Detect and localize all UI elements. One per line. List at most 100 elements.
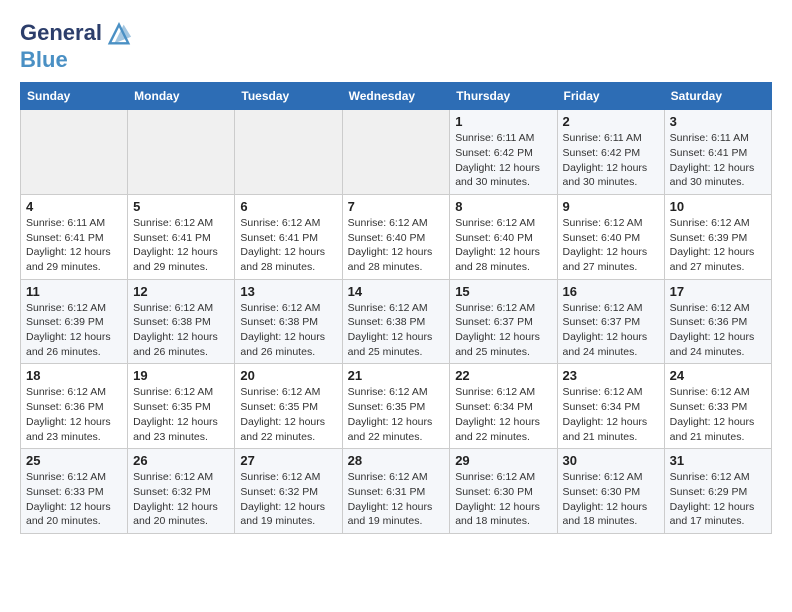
day-number: 10 xyxy=(670,199,766,214)
day-info: Sunrise: 6:12 AM Sunset: 6:33 PM Dayligh… xyxy=(670,385,766,444)
calendar-cell: 4 Sunrise: 6:11 AM Sunset: 6:41 PM Daylig… xyxy=(21,194,128,279)
day-number: 23 xyxy=(563,368,659,383)
day-of-week-header: Wednesday xyxy=(342,83,450,110)
day-info: Sunrise: 6:12 AM Sunset: 6:36 PM Dayligh… xyxy=(26,385,122,444)
day-info: Sunrise: 6:12 AM Sunset: 6:38 PM Dayligh… xyxy=(348,301,445,360)
day-number: 22 xyxy=(455,368,551,383)
calendar-cell: 29Sunrise: 6:12 AM Sunset: 6:30 PM Dayli… xyxy=(450,449,557,534)
day-of-week-header: Tuesday xyxy=(235,83,342,110)
calendar-week-row: 18 Sunrise: 6:12 AM Sunset: 6:36 PM Dayli… xyxy=(21,364,772,449)
day-info: Sunrise: 6:12 AM Sunset: 6:35 PM Dayligh… xyxy=(133,385,229,444)
calendar-week-row: 25 Sunrise: 6:12 AM Sunset: 6:33 PM Dayli… xyxy=(21,449,772,534)
calendar-header-row: SundayMondayTuesdayWednesdayThursdayFrid… xyxy=(21,83,772,110)
calendar-cell: 30 Sunrise: 6:12 AM Sunset: 6:30 PM Dayli… xyxy=(557,449,664,534)
day-of-week-header: Friday xyxy=(557,83,664,110)
calendar-cell: 14 Sunrise: 6:12 AM Sunset: 6:38 PM Dayli… xyxy=(342,279,450,364)
day-info: Sunrise: 6:12 AM Sunset: 6:33 PM Dayligh… xyxy=(26,470,122,529)
day-of-week-header: Sunday xyxy=(21,83,128,110)
calendar-cell: 6Sunrise: 6:12 AM Sunset: 6:41 PM Daylig… xyxy=(235,194,342,279)
day-info: Sunrise: 6:12 AM Sunset: 6:38 PM Dayligh… xyxy=(133,301,229,360)
day-info: Sunrise: 6:12 AM Sunset: 6:40 PM Dayligh… xyxy=(348,216,445,275)
calendar-cell: 12 Sunrise: 6:12 AM Sunset: 6:38 PM Dayli… xyxy=(128,279,235,364)
day-number: 21 xyxy=(348,368,445,383)
day-info: Sunrise: 6:12 AM Sunset: 6:41 PM Dayligh… xyxy=(133,216,229,275)
calendar-cell: 8 Sunrise: 6:12 AM Sunset: 6:40 PM Daylig… xyxy=(450,194,557,279)
calendar-cell: 9 Sunrise: 6:12 AM Sunset: 6:40 PM Daylig… xyxy=(557,194,664,279)
calendar-week-row: 4 Sunrise: 6:11 AM Sunset: 6:41 PM Daylig… xyxy=(21,194,772,279)
calendar-cell: 24 Sunrise: 6:12 AM Sunset: 6:33 PM Dayli… xyxy=(664,364,771,449)
day-number: 1 xyxy=(455,114,551,129)
page-header: General Blue xyxy=(20,20,772,72)
day-number: 7 xyxy=(348,199,445,214)
day-number: 12 xyxy=(133,284,229,299)
day-number: 18 xyxy=(26,368,122,383)
day-number: 30 xyxy=(563,453,659,468)
day-of-week-header: Monday xyxy=(128,83,235,110)
calendar-week-row: 1 Sunrise: 6:11 AM Sunset: 6:42 PM Daylig… xyxy=(21,110,772,195)
day-info: Sunrise: 6:12 AM Sunset: 6:35 PM Dayligh… xyxy=(240,385,336,444)
day-number: 16 xyxy=(563,284,659,299)
calendar-week-row: 11 Sunrise: 6:12 AM Sunset: 6:39 PM Dayli… xyxy=(21,279,772,364)
calendar-cell: 17 Sunrise: 6:12 AM Sunset: 6:36 PM Dayli… xyxy=(664,279,771,364)
calendar-cell: 23 Sunrise: 6:12 AM Sunset: 6:34 PM Dayli… xyxy=(557,364,664,449)
calendar-cell xyxy=(128,110,235,195)
calendar-cell: 13Sunrise: 6:12 AM Sunset: 6:38 PM Dayli… xyxy=(235,279,342,364)
calendar-cell xyxy=(21,110,128,195)
day-info: Sunrise: 6:12 AM Sunset: 6:39 PM Dayligh… xyxy=(26,301,122,360)
calendar-cell: 31Sunrise: 6:12 AM Sunset: 6:29 PM Dayli… xyxy=(664,449,771,534)
day-info: Sunrise: 6:12 AM Sunset: 6:32 PM Dayligh… xyxy=(240,470,336,529)
day-number: 20 xyxy=(240,368,336,383)
day-info: Sunrise: 6:12 AM Sunset: 6:29 PM Dayligh… xyxy=(670,470,766,529)
day-number: 2 xyxy=(563,114,659,129)
calendar-cell: 19 Sunrise: 6:12 AM Sunset: 6:35 PM Dayli… xyxy=(128,364,235,449)
calendar-cell: 7 Sunrise: 6:12 AM Sunset: 6:40 PM Daylig… xyxy=(342,194,450,279)
calendar-cell: 3 Sunrise: 6:11 AM Sunset: 6:41 PM Daylig… xyxy=(664,110,771,195)
day-number: 8 xyxy=(455,199,551,214)
day-info: Sunrise: 6:12 AM Sunset: 6:40 PM Dayligh… xyxy=(563,216,659,275)
logo: General Blue xyxy=(20,20,133,72)
day-info: Sunrise: 6:12 AM Sunset: 6:32 PM Dayligh… xyxy=(133,470,229,529)
calendar-table: SundayMondayTuesdayWednesdayThursdayFrid… xyxy=(20,82,772,534)
day-number: 15 xyxy=(455,284,551,299)
day-number: 28 xyxy=(348,453,445,468)
day-info: Sunrise: 6:12 AM Sunset: 6:30 PM Dayligh… xyxy=(563,470,659,529)
calendar-cell: 11 Sunrise: 6:12 AM Sunset: 6:39 PM Dayli… xyxy=(21,279,128,364)
logo-icon xyxy=(105,20,133,48)
calendar-cell: 16Sunrise: 6:12 AM Sunset: 6:37 PM Dayli… xyxy=(557,279,664,364)
calendar-cell: 25 Sunrise: 6:12 AM Sunset: 6:33 PM Dayli… xyxy=(21,449,128,534)
day-number: 11 xyxy=(26,284,122,299)
calendar-cell xyxy=(235,110,342,195)
day-info: Sunrise: 6:12 AM Sunset: 6:36 PM Dayligh… xyxy=(670,301,766,360)
day-number: 3 xyxy=(670,114,766,129)
day-info: Sunrise: 6:11 AM Sunset: 6:42 PM Dayligh… xyxy=(563,131,659,190)
day-number: 4 xyxy=(26,199,122,214)
day-info: Sunrise: 6:11 AM Sunset: 6:41 PM Dayligh… xyxy=(26,216,122,275)
calendar-cell: 2 Sunrise: 6:11 AM Sunset: 6:42 PM Daylig… xyxy=(557,110,664,195)
calendar-cell: 15 Sunrise: 6:12 AM Sunset: 6:37 PM Dayli… xyxy=(450,279,557,364)
calendar-cell: 10Sunrise: 6:12 AM Sunset: 6:39 PM Dayli… xyxy=(664,194,771,279)
calendar-cell xyxy=(342,110,450,195)
day-info: Sunrise: 6:12 AM Sunset: 6:38 PM Dayligh… xyxy=(240,301,336,360)
day-of-week-header: Saturday xyxy=(664,83,771,110)
day-info: Sunrise: 6:11 AM Sunset: 6:42 PM Dayligh… xyxy=(455,131,551,190)
day-number: 25 xyxy=(26,453,122,468)
calendar-cell: 21 Sunrise: 6:12 AM Sunset: 6:35 PM Dayli… xyxy=(342,364,450,449)
calendar-cell: 28 Sunrise: 6:12 AM Sunset: 6:31 PM Dayli… xyxy=(342,449,450,534)
calendar-cell: 26Sunrise: 6:12 AM Sunset: 6:32 PM Dayli… xyxy=(128,449,235,534)
calendar-cell: 22Sunrise: 6:12 AM Sunset: 6:34 PM Dayli… xyxy=(450,364,557,449)
day-info: Sunrise: 6:12 AM Sunset: 6:40 PM Dayligh… xyxy=(455,216,551,275)
day-number: 9 xyxy=(563,199,659,214)
day-info: Sunrise: 6:12 AM Sunset: 6:34 PM Dayligh… xyxy=(563,385,659,444)
day-info: Sunrise: 6:12 AM Sunset: 6:41 PM Dayligh… xyxy=(240,216,336,275)
day-number: 24 xyxy=(670,368,766,383)
day-number: 17 xyxy=(670,284,766,299)
day-info: Sunrise: 6:12 AM Sunset: 6:37 PM Dayligh… xyxy=(455,301,551,360)
day-number: 5 xyxy=(133,199,229,214)
day-number: 14 xyxy=(348,284,445,299)
day-info: Sunrise: 6:12 AM Sunset: 6:31 PM Dayligh… xyxy=(348,470,445,529)
day-number: 19 xyxy=(133,368,229,383)
day-info: Sunrise: 6:12 AM Sunset: 6:35 PM Dayligh… xyxy=(348,385,445,444)
calendar-cell: 20 Sunrise: 6:12 AM Sunset: 6:35 PM Dayli… xyxy=(235,364,342,449)
calendar-cell: 5 Sunrise: 6:12 AM Sunset: 6:41 PM Daylig… xyxy=(128,194,235,279)
day-info: Sunrise: 6:11 AM Sunset: 6:41 PM Dayligh… xyxy=(670,131,766,190)
